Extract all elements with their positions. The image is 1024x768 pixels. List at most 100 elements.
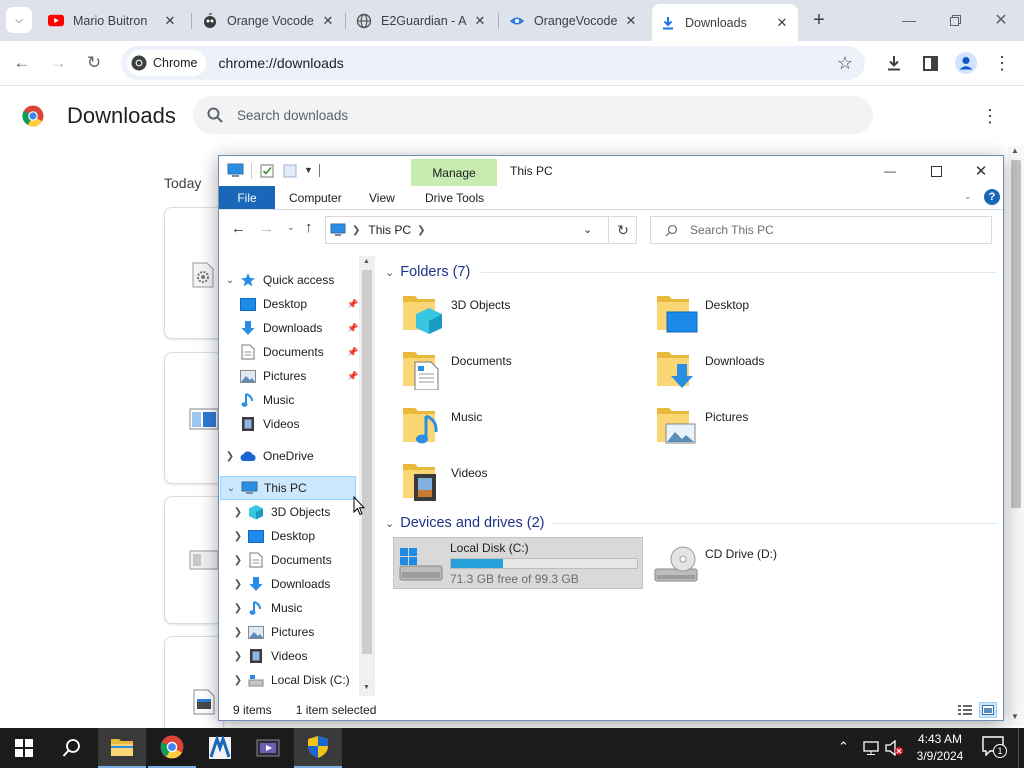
folder-pictures[interactable]: Pictures (655, 402, 895, 452)
scroll-down-arrow[interactable]: ▼ (1011, 712, 1019, 721)
downloads-menu-button[interactable]: ⋮ (978, 104, 1002, 128)
address-bar[interactable]: Chrome chrome://downloads ☆ (121, 46, 865, 80)
nav-pc-3d-objects[interactable]: ❯ 3D Objects (231, 500, 330, 524)
nav-quick-music[interactable]: Music (237, 388, 294, 412)
ribbon-tab-file[interactable]: File (219, 186, 275, 209)
close-icon[interactable]: ✕ (472, 13, 488, 29)
scroll-up-arrow[interactable]: ▲ (363, 258, 370, 265)
help-icon[interactable]: ? (984, 189, 1000, 205)
explorer-maximize-button[interactable] (913, 156, 959, 186)
nav-quick-downloads[interactable]: Downloads (237, 316, 322, 340)
scroll-up-arrow[interactable]: ▲ (1011, 146, 1019, 155)
page-scrollbar[interactable]: ▲ ▼ (1008, 146, 1024, 726)
close-icon[interactable]: ✕ (162, 13, 178, 29)
site-chip[interactable]: Chrome (127, 50, 207, 76)
ribbon-tab-drive-tools[interactable]: Drive Tools (425, 186, 484, 209)
scroll-thumb[interactable] (1011, 160, 1021, 508)
chrome-menu-button[interactable]: ⋮ (986, 47, 1018, 79)
back-button[interactable]: ← (6, 47, 38, 79)
minimize-button[interactable]: — (886, 0, 932, 40)
chrome-taskbar-button[interactable] (148, 728, 196, 768)
nav-pc-desktop[interactable]: ❯ Desktop (231, 524, 315, 548)
tab-search-button[interactable]: ⌵ (6, 7, 32, 33)
tab-orange-vocode[interactable]: Orange Vocode ✕ (194, 6, 344, 35)
folders-group-header[interactable]: ⌄ Folders (7) (385, 261, 470, 283)
nav-pc-local-disk[interactable]: ❯ Local Disk (C:) (231, 668, 350, 692)
address-dropdown-icon[interactable]: ⌄ (583, 223, 592, 236)
ribbon-tab-view[interactable]: View (369, 186, 395, 209)
folder-desktop[interactable]: Desktop (655, 290, 895, 340)
file-explorer-taskbar-button[interactable] (98, 728, 146, 768)
download-card[interactable] (164, 636, 224, 736)
devices-group-header[interactable]: ⌄ Devices and drives (2) (385, 512, 544, 534)
folder-videos[interactable]: Videos (401, 458, 641, 508)
app-taskbar-button[interactable] (196, 728, 244, 768)
video-app-taskbar-button[interactable] (244, 728, 292, 768)
tab-downloads[interactable]: Downloads ✕ (652, 4, 798, 41)
details-view-icon[interactable] (957, 703, 973, 720)
folder-documents[interactable]: Documents (401, 346, 641, 396)
downloads-button[interactable] (878, 47, 910, 79)
properties-quick-icon[interactable] (260, 163, 274, 181)
scroll-down-arrow[interactable]: ▼ (363, 684, 370, 691)
scroll-thumb[interactable] (362, 270, 372, 654)
bookmark-star-icon[interactable]: ☆ (837, 53, 853, 74)
explorer-close-button[interactable]: ✕ (959, 156, 1003, 186)
nav-pc-documents[interactable]: ❯ Documents (231, 548, 332, 572)
forward-button[interactable]: → (42, 47, 74, 79)
folder-downloads[interactable]: Downloads (655, 346, 895, 396)
security-taskbar-button[interactable] (294, 728, 342, 768)
ribbon-expand-icon[interactable]: ⌄ (964, 191, 972, 202)
nav-quick-documents[interactable]: Documents (237, 340, 324, 364)
nav-pc-videos[interactable]: ❯ Videos (231, 644, 307, 668)
close-window-button[interactable]: ✕ (978, 0, 1024, 40)
explorer-minimize-button[interactable]: — (867, 156, 913, 186)
nav-pc-music[interactable]: ❯ Music (231, 596, 303, 620)
quick-access-dropdown-icon[interactable]: ▼ (304, 165, 313, 175)
up-button[interactable]: ↑ (305, 219, 313, 236)
manage-contextual-tab[interactable]: Manage (411, 159, 497, 186)
side-panel-button[interactable] (914, 47, 946, 79)
forward-button[interactable]: → (259, 220, 274, 237)
explorer-search-input[interactable]: Search This PC (650, 216, 992, 244)
tab-orangevocode[interactable]: OrangeVocode ✕ (501, 6, 647, 35)
tab-mario-buitron[interactable]: Mario Buitron ✕ (40, 6, 186, 35)
nav-quick-pictures[interactable]: Pictures (237, 364, 306, 388)
nav-quick-desktop[interactable]: Desktop (237, 292, 307, 316)
nav-pc-downloads[interactable]: ❯ Downloads (231, 572, 330, 596)
ribbon-tab-computer[interactable]: Computer (289, 186, 342, 209)
start-button[interactable] (0, 728, 48, 768)
restore-button[interactable] (932, 0, 978, 40)
search-taskbar-button[interactable] (48, 728, 96, 768)
new-folder-quick-icon[interactable] (283, 164, 297, 181)
navigation-pane-scrollbar[interactable]: ▲ ▼ (359, 256, 375, 696)
action-center-button[interactable]: 1 (980, 734, 1008, 762)
profile-button[interactable] (950, 47, 982, 79)
nav-quick-videos[interactable]: Videos (237, 412, 299, 436)
drive-local-disk-c[interactable]: Local Disk (C:) 71.3 GB free of 99.3 GB (393, 537, 643, 589)
tab-e2guardian[interactable]: E2Guardian - A ✕ (348, 6, 496, 35)
refresh-button[interactable]: ↻ (608, 216, 637, 244)
network-icon[interactable] (862, 740, 880, 759)
drive-cd-d[interactable]: CD Drive (D:) (649, 539, 899, 589)
show-desktop-button[interactable] (1018, 728, 1024, 768)
new-tab-button[interactable]: + (806, 7, 832, 33)
nav-this-pc[interactable]: ⌄ This PC (220, 476, 356, 500)
folder-music[interactable]: Music (401, 402, 641, 452)
close-icon[interactable]: ✕ (774, 15, 790, 31)
tiles-view-icon[interactable] (979, 702, 997, 718)
breadcrumb-this-pc[interactable]: This PC (368, 223, 411, 237)
volume-muted-icon[interactable] (884, 739, 904, 759)
downloads-search-input[interactable]: Search downloads (193, 96, 873, 134)
taskbar-clock[interactable]: 4:43 AM 3/9/2024 (905, 731, 975, 765)
download-card[interactable] (164, 496, 224, 624)
show-hidden-icons-icon[interactable]: ⌃ (838, 739, 849, 755)
close-icon[interactable]: ✕ (623, 13, 639, 29)
explorer-address-bar[interactable]: ❯ This PC ❯ ⌄ (325, 216, 637, 244)
nav-pc-pictures[interactable]: ❯ Pictures (231, 620, 315, 644)
download-card[interactable] (164, 207, 224, 339)
recent-locations-icon[interactable]: ⌄ (287, 222, 295, 233)
back-button[interactable]: ← (231, 220, 246, 237)
nav-onedrive[interactable]: ❯ OneDrive (223, 444, 314, 468)
reload-button[interactable]: ↻ (78, 47, 110, 79)
